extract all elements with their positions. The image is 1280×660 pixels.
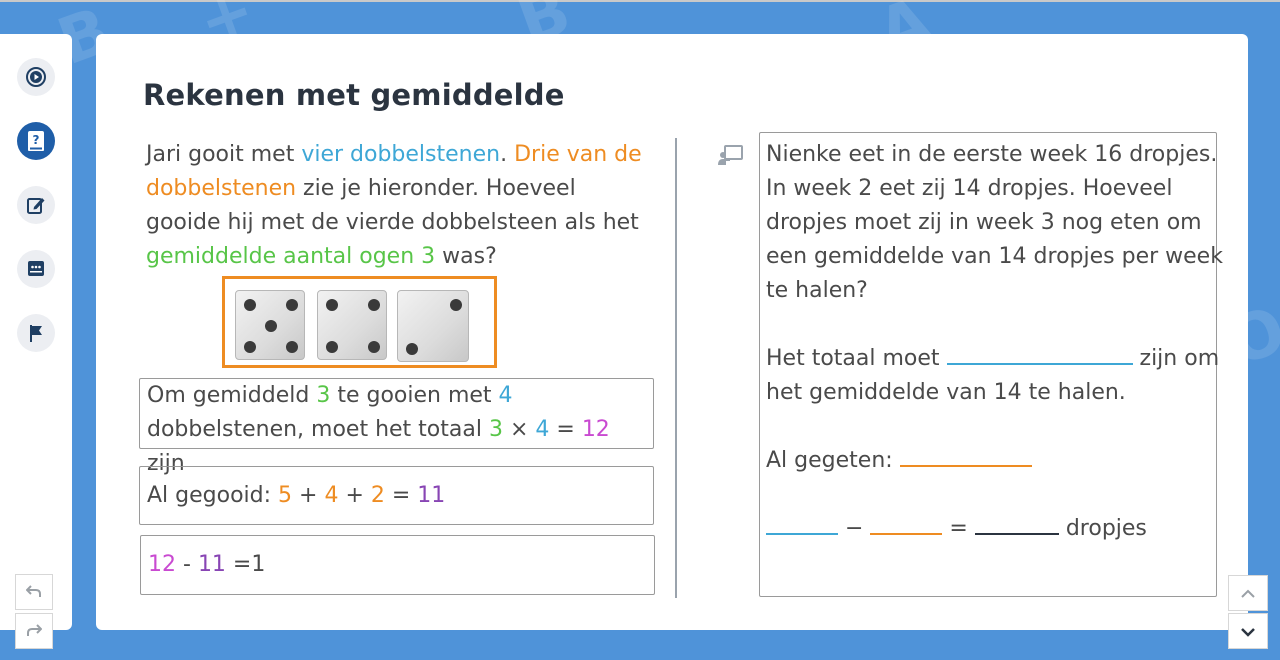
die-five (235, 290, 305, 360)
total-line-2: het gemiddelde van 14 te halen. (766, 380, 1126, 405)
exercise-line: dropjes moet zij in week 3 nog eten om (766, 210, 1202, 235)
equation-blank-result[interactable] (974, 532, 1059, 535)
exercise-line: In week 2 eet zij 14 dropjes. Hoeveel (766, 176, 1173, 201)
question-part: Jari gooit met (146, 142, 302, 167)
answer-operator: - (176, 552, 198, 577)
question-text: Jari gooit met vier dobbelstenen. Drie v… (146, 138, 656, 274)
answer-text: dobbelstenen, moet het totaal (147, 417, 489, 442)
exercise-line: Nienke eet in de eerste week 16 dropjes. (766, 142, 1218, 167)
answer-operator: = (549, 417, 582, 442)
edit-button[interactable] (17, 186, 55, 224)
answer-number: 11 (417, 483, 446, 508)
answer-number: 5 (278, 483, 293, 508)
answer-field-thrown[interactable]: Al gegooid: 5 + 4 + 2 = 11 (139, 466, 654, 525)
answer-field-result[interactable]: 12 - 11 =1 (140, 535, 655, 595)
die-four (317, 290, 387, 360)
answer-number: 4 (535, 417, 550, 442)
answer-operator: + (292, 483, 325, 508)
total-line: Het totaal moet zijn om (766, 342, 1219, 376)
question-highlight-dice: vier dobbelstenen (301, 142, 501, 167)
equation-blank-eaten[interactable] (870, 532, 943, 535)
answer-field-total[interactable]: Om gemiddeld 3 te gooien met 4 dobbelsten… (139, 378, 654, 476)
undo-button[interactable] (15, 574, 53, 610)
play-circle-icon (25, 66, 47, 88)
equation-line: − = dropjes (766, 512, 1147, 546)
eaten-line: Al gegeten: (766, 444, 1032, 478)
exercise-line: te halen? (766, 278, 868, 303)
total-label: Het totaal moet (766, 346, 947, 371)
play-circle-button[interactable] (17, 58, 55, 96)
undo-icon (25, 583, 42, 602)
edit-icon (26, 195, 46, 215)
answer-text: te gooien met (330, 383, 499, 408)
answer-text: =1 (225, 552, 266, 577)
scroll-up-button[interactable] (1228, 575, 1268, 611)
answer-text: Om gemiddeld (147, 383, 317, 408)
chevron-up-icon (1240, 584, 1256, 603)
column-divider (675, 138, 677, 598)
page-title: Rekenen met gemiddelde (143, 78, 565, 112)
answer-number: 4 (324, 483, 339, 508)
answer-number: 12 (581, 417, 610, 442)
flag-button[interactable] (17, 314, 55, 352)
dice-image (222, 276, 497, 368)
top-border (0, 0, 1280, 2)
answer-operator: × (502, 417, 536, 442)
exercise-line: een gemiddelde van 14 dropjes per week (766, 244, 1223, 269)
answer-number: 4 (498, 383, 513, 408)
question-part: . (500, 142, 515, 167)
sidebar: ? (0, 34, 72, 649)
scroll-down-button[interactable] (1228, 613, 1268, 649)
question-button[interactable]: ? (17, 122, 55, 160)
answer-operator: = (384, 483, 418, 508)
chat-icon (26, 259, 46, 279)
flag-icon (27, 323, 45, 343)
die-two (397, 290, 469, 362)
equals-sign: = (942, 516, 975, 541)
equation-blank-total[interactable] (766, 532, 838, 535)
svg-text:?: ? (33, 133, 40, 147)
answer-text: Al gegooid: (147, 483, 279, 508)
chat-button[interactable] (17, 250, 55, 288)
answer-number: 2 (370, 483, 385, 508)
teacher-board-icon[interactable] (718, 144, 744, 170)
question-book-icon: ? (26, 130, 46, 152)
question-part: was? (435, 244, 497, 269)
chevron-down-icon (1240, 622, 1256, 641)
eaten-label: Al gegeten: (766, 448, 900, 473)
answer-number: 3 (316, 383, 331, 408)
redo-icon (26, 622, 43, 641)
question-highlight-average: gemiddelde aantal ogen 3 (146, 244, 436, 269)
answer-number: 3 (488, 417, 503, 442)
unit-label: dropjes (1058, 516, 1147, 541)
answer-number: 12 (148, 552, 176, 577)
exercise-card: Rekenen met gemiddelde Jari gooit met vi… (96, 34, 1248, 630)
answer-number: 11 (197, 552, 226, 577)
total-label-end: zijn om (1132, 346, 1220, 371)
eaten-blank[interactable] (899, 464, 1032, 467)
minus-sign: − (838, 516, 871, 541)
answer-operator: + (338, 483, 371, 508)
exercise-text-box: Nienke eet in de eerste week 16 dropjes.… (759, 132, 1223, 597)
redo-button[interactable] (15, 613, 53, 649)
total-blank[interactable] (946, 362, 1133, 365)
